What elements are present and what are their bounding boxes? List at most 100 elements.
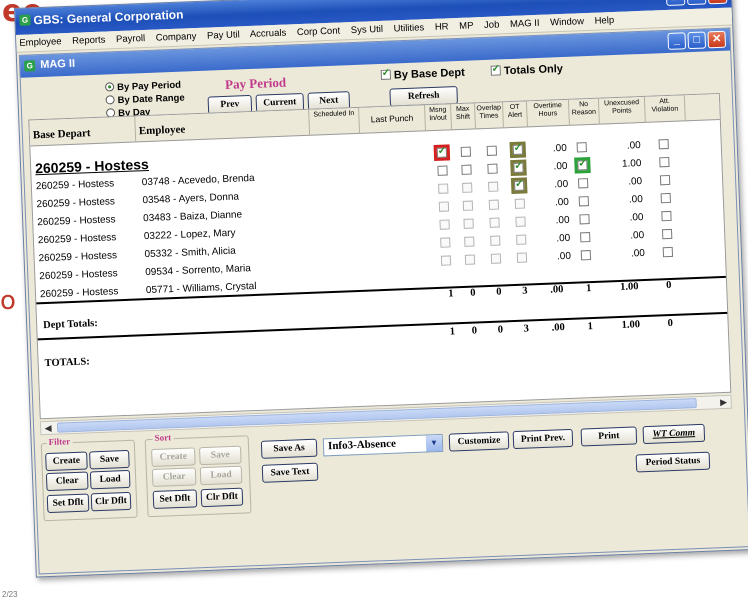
radio-by-pay-period[interactable]: By Pay Period <box>104 80 181 94</box>
att-violation-checkbox[interactable] <box>659 174 671 186</box>
overlap-checkbox[interactable] <box>490 235 501 246</box>
overlap-checkbox[interactable] <box>486 145 498 156</box>
max-shift-checkbox[interactable] <box>462 182 473 193</box>
sort-clear-button[interactable]: Clear <box>151 467 197 488</box>
menu-company[interactable]: Company <box>156 31 197 44</box>
child-minimize-button[interactable]: _ <box>667 32 687 50</box>
header-overlap-times[interactable]: Overlap Times <box>475 102 504 130</box>
max-shift-checkbox[interactable] <box>464 254 476 265</box>
missing-in-out-checkbox[interactable] <box>440 255 452 266</box>
child-close-button[interactable]: ✕ <box>707 30 727 49</box>
no-reason-checkbox[interactable] <box>580 250 592 261</box>
header-att-violation[interactable]: Att. Violation <box>644 95 686 123</box>
overlap-checkbox[interactable] <box>488 199 500 210</box>
no-reason-checkbox[interactable] <box>578 196 590 207</box>
save-as-button[interactable]: Save As <box>260 438 318 459</box>
sort-set-default-button[interactable]: Set Dflt <box>152 489 198 510</box>
no-reason-checkbox[interactable] <box>574 156 591 174</box>
print-preview-button[interactable]: Print Prev. <box>512 428 574 450</box>
menu-utilities[interactable]: Utilities <box>393 22 424 34</box>
filter-create-button[interactable]: Create <box>45 451 88 472</box>
max-shift-checkbox[interactable] <box>461 164 472 175</box>
scroll-left-icon[interactable]: ◀ <box>41 422 55 435</box>
save-text-button[interactable]: Save Text <box>261 462 319 483</box>
menu-payroll[interactable]: Payroll <box>116 33 145 45</box>
header-ot-alert[interactable]: OT Alert <box>502 101 528 129</box>
filter-load-button[interactable]: Load <box>89 469 131 490</box>
menu-mp[interactable]: MP <box>459 20 474 32</box>
header-overtime-hours[interactable]: Overtime Hours <box>526 99 570 128</box>
att-violation-checkbox[interactable] <box>659 156 670 168</box>
ot-alert-checkbox[interactable] <box>510 177 528 195</box>
header-unexcused-points[interactable]: Unexcused Points <box>598 96 646 125</box>
customize-button[interactable]: Customize <box>448 431 510 452</box>
ot-alert-checkbox[interactable] <box>509 141 527 159</box>
menu-pay-util[interactable]: Pay Util <box>207 29 240 41</box>
header-employee[interactable]: Employee <box>135 109 311 143</box>
report-select[interactable]: Info3-Absence ▼ <box>322 433 444 457</box>
no-reason-checkbox[interactable] <box>576 142 587 153</box>
chevron-down-icon[interactable]: ▼ <box>425 434 443 452</box>
ot-alert-checkbox[interactable] <box>516 234 527 245</box>
no-reason-checkbox[interactable] <box>579 214 590 225</box>
header-base-depart[interactable]: Base Depart <box>29 116 137 147</box>
child-maximize-button[interactable]: □ <box>687 31 707 50</box>
overlap-checkbox[interactable] <box>489 217 500 228</box>
att-violation-checkbox[interactable] <box>658 138 669 150</box>
max-shift-checkbox[interactable] <box>464 236 475 247</box>
header-max-shift[interactable]: Max Shift <box>451 103 476 131</box>
scroll-right-icon[interactable]: ▶ <box>716 396 730 409</box>
sort-clear-default-button[interactable]: Clr Dflt <box>200 487 244 508</box>
overlap-checkbox[interactable] <box>487 163 498 174</box>
menu-employee[interactable]: Employee <box>19 36 62 49</box>
filter-save-button[interactable]: Save <box>89 449 130 470</box>
period-status-button[interactable]: Period Status <box>635 451 711 473</box>
missing-in-out-checkbox[interactable] <box>433 144 451 161</box>
no-reason-checkbox[interactable] <box>577 178 589 189</box>
menu-mag-ii[interactable]: MAG II <box>510 18 540 30</box>
menu-sys-util[interactable]: Sys Util <box>351 24 384 36</box>
missing-in-out-checkbox[interactable] <box>437 165 448 176</box>
header-no-reason[interactable]: No Reason <box>568 98 600 126</box>
att-violation-checkbox[interactable] <box>660 192 671 204</box>
menu-reports[interactable]: Reports <box>72 35 106 47</box>
menu-corp-cont[interactable]: Corp Cont <box>297 26 341 39</box>
overlap-checkbox[interactable] <box>488 181 499 192</box>
ot-alert-checkbox[interactable] <box>510 159 527 177</box>
max-shift-checkbox[interactable] <box>460 146 472 157</box>
menu-help[interactable]: Help <box>594 15 614 27</box>
header-scheduled-in[interactable]: Scheduled In <box>309 107 361 136</box>
att-violation-checkbox[interactable] <box>661 228 673 240</box>
filter-set-default-button[interactable]: Set Dflt <box>46 493 90 514</box>
sort-save-button[interactable]: Save <box>198 445 242 466</box>
missing-in-out-checkbox[interactable] <box>438 183 449 194</box>
max-shift-checkbox[interactable] <box>462 200 474 211</box>
ot-alert-checkbox[interactable] <box>515 216 526 227</box>
sort-create-button[interactable]: Create <box>151 447 196 468</box>
header-last-punch[interactable]: Last Punch <box>359 105 427 134</box>
radio-by-date-range[interactable]: By Date Range <box>105 93 185 107</box>
header-missing-in-out[interactable]: Msng In/out <box>425 104 453 132</box>
by-base-dept-toggle[interactable]: By Base Dept <box>380 67 465 82</box>
ot-alert-checkbox[interactable] <box>514 198 526 209</box>
max-shift-checkbox[interactable] <box>463 218 474 229</box>
ot-alert-checkbox[interactable] <box>516 252 528 263</box>
missing-in-out-checkbox[interactable] <box>439 219 450 230</box>
minimize-button[interactable]: _ <box>665 0 686 6</box>
maximize-button[interactable]: □ <box>686 0 707 6</box>
filter-clear-default-button[interactable]: Clr Dflt <box>90 491 132 512</box>
att-violation-checkbox[interactable] <box>661 210 672 222</box>
overlap-checkbox[interactable] <box>490 253 502 264</box>
print-button[interactable]: Print <box>580 426 638 447</box>
missing-in-out-checkbox[interactable] <box>440 237 451 248</box>
totals-only-toggle[interactable]: Totals Only <box>490 63 563 78</box>
sort-load-button[interactable]: Load <box>199 465 243 486</box>
menu-window[interactable]: Window <box>550 16 584 28</box>
filter-clear-button[interactable]: Clear <box>45 471 89 492</box>
att-violation-checkbox[interactable] <box>662 246 674 258</box>
missing-in-out-checkbox[interactable] <box>438 201 450 212</box>
close-button[interactable]: ✕ <box>707 0 728 5</box>
menu-job[interactable]: Job <box>484 19 500 31</box>
menu-hr[interactable]: HR <box>435 21 449 33</box>
menu-accruals[interactable]: Accruals <box>250 28 287 40</box>
